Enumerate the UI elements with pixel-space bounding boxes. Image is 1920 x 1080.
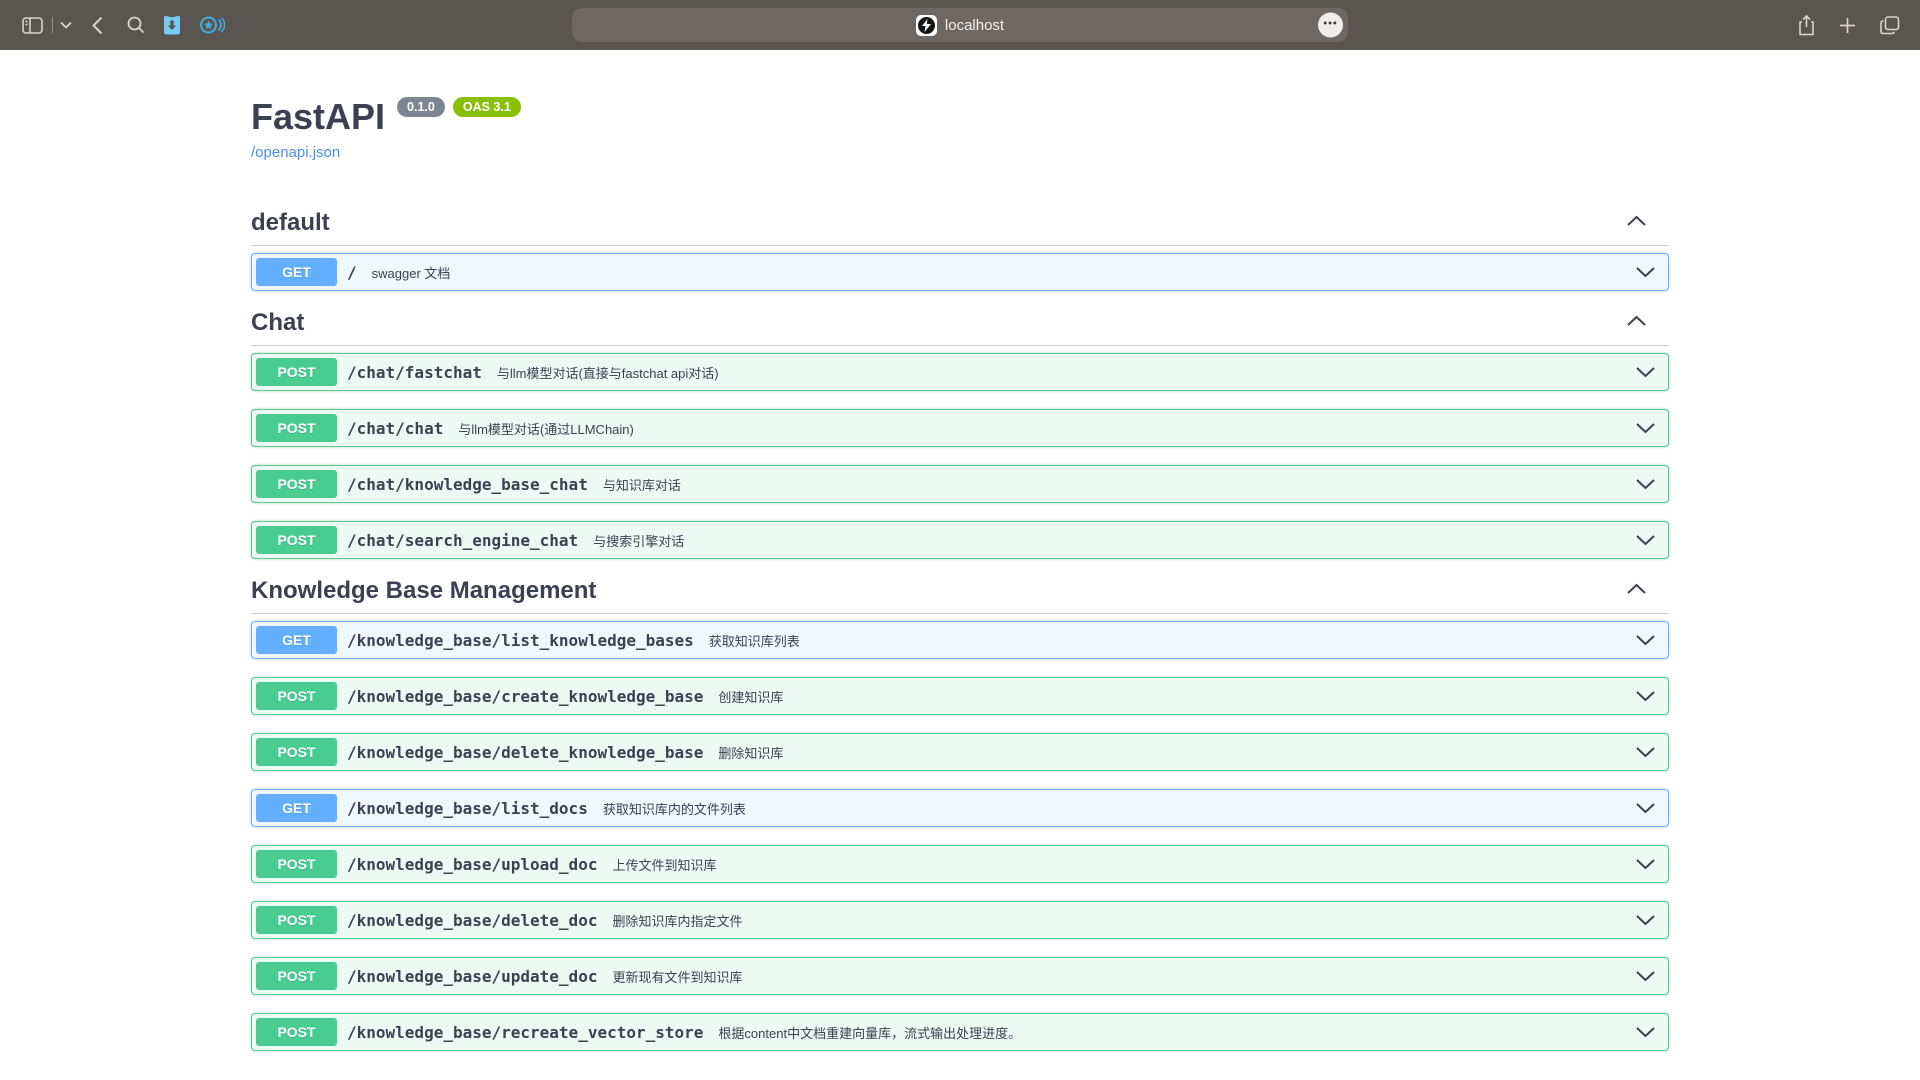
endpoint-row[interactable]: POST /chat/fastchat 与llm模型对话(直接与fastchat… [251, 353, 1669, 391]
chevron-down-icon[interactable] [1635, 478, 1664, 490]
extension-waves-icon[interactable] [199, 15, 225, 35]
chevron-down-icon[interactable] [1635, 914, 1664, 926]
method-badge: POST [256, 1018, 337, 1046]
chevron-down-icon[interactable] [1635, 858, 1664, 870]
endpoint-description: 与llm模型对话(直接与fastchat api对话) [497, 363, 719, 382]
chevron-down-icon[interactable] [1635, 422, 1664, 434]
endpoint-row[interactable]: POST /knowledge_base/create_knowledge_ba… [251, 677, 1669, 715]
endpoint-row[interactable]: POST /chat/search_engine_chat 与搜索引擎对话 [251, 521, 1669, 559]
method-badge: GET [256, 258, 337, 286]
method-badge: POST [256, 526, 337, 554]
endpoint-description: 获取知识库内的文件列表 [603, 799, 746, 818]
chevron-down-icon[interactable] [1635, 802, 1664, 814]
chevron-down-icon[interactable] [1635, 690, 1664, 702]
share-icon[interactable] [1798, 15, 1815, 36]
endpoint-path: / [347, 263, 357, 282]
section-header-default[interactable]: default [251, 209, 1669, 246]
endpoint-description: 上传文件到知识库 [612, 855, 716, 874]
sidebar-chevron-down-icon[interactable] [60, 21, 72, 29]
endpoint-description: 删除知识库内指定文件 [612, 911, 742, 930]
endpoint-description: swagger 文档 [372, 263, 451, 282]
toolbar-separator [52, 17, 53, 33]
browser-toolbar: localhost ••• [0, 0, 1920, 50]
endpoint-path: /knowledge_base/update_doc [347, 967, 597, 986]
endpoint-path: /chat/fastchat [347, 363, 482, 382]
swagger-page: FastAPI 0.1.0 OAS 3.1 /openapi.json defaul… [0, 50, 1920, 1080]
endpoint-row[interactable]: POST /chat/knowledge_base_chat 与知识库对话 [251, 465, 1669, 503]
endpoint-path: /chat/knowledge_base_chat [347, 475, 588, 494]
chevron-up-icon[interactable] [1626, 314, 1647, 332]
endpoint-path: /chat/chat [347, 419, 443, 438]
endpoint-path: /chat/search_engine_chat [347, 531, 578, 550]
endpoint-row[interactable]: GET /knowledge_base/list_docs 获取知识库内的文件列… [251, 789, 1669, 827]
oas-badge: OAS 3.1 [453, 97, 521, 117]
endpoint-path: /knowledge_base/delete_knowledge_base [347, 743, 703, 762]
openapi-spec-link[interactable]: /openapi.json [251, 144, 1669, 161]
extension-bookmark-icon[interactable] [162, 14, 182, 36]
endpoint-row[interactable]: GET /knowledge_base/list_knowledge_bases… [251, 621, 1669, 659]
chevron-up-icon[interactable] [1626, 582, 1647, 600]
section-knowledge-base: Knowledge Base Management GET /knowledge… [251, 577, 1669, 1051]
search-icon[interactable] [127, 16, 145, 34]
new-tab-icon[interactable] [1839, 17, 1856, 34]
version-badge: 0.1.0 [397, 97, 445, 117]
chevron-down-icon[interactable] [1635, 366, 1664, 378]
endpoint-row[interactable]: POST /knowledge_base/recreate_vector_sto… [251, 1013, 1669, 1051]
method-badge: POST [256, 738, 337, 766]
method-badge: GET [256, 626, 337, 654]
endpoint-row[interactable]: POST /knowledge_base/delete_doc 删除知识库内指定… [251, 901, 1669, 939]
section-header-chat[interactable]: Chat [251, 309, 1669, 346]
endpoint-description: 更新现有文件到知识库 [612, 967, 742, 986]
endpoint-description: 与搜索引擎对话 [593, 531, 684, 550]
endpoint-row[interactable]: POST /chat/chat 与llm模型对话(通过LLMChain) [251, 409, 1669, 447]
endpoint-path: /knowledge_base/create_knowledge_base [347, 687, 703, 706]
endpoint-description: 删除知识库 [718, 743, 783, 762]
site-favicon [916, 15, 937, 36]
section-header-knowledge-base[interactable]: Knowledge Base Management [251, 577, 1669, 614]
page-more-icon[interactable]: ••• [1318, 13, 1343, 38]
method-badge: POST [256, 414, 337, 442]
endpoint-path: /knowledge_base/delete_doc [347, 911, 597, 930]
method-badge: POST [256, 850, 337, 878]
section-chat: Chat POST /chat/fastchat 与llm模型对话(直接与fas… [251, 309, 1669, 559]
method-badge: POST [256, 962, 337, 990]
method-badge: POST [256, 682, 337, 710]
chevron-down-icon[interactable] [1635, 534, 1664, 546]
address-text: localhost [945, 17, 1004, 34]
chevron-down-icon[interactable] [1635, 746, 1664, 758]
method-badge: POST [256, 358, 337, 386]
chevron-up-icon[interactable] [1626, 214, 1647, 232]
chevron-down-icon[interactable] [1635, 1026, 1664, 1038]
page-title: FastAPI [251, 95, 385, 138]
back-icon[interactable] [92, 16, 103, 35]
endpoint-path: /knowledge_base/recreate_vector_store [347, 1023, 703, 1042]
endpoint-path: /knowledge_base/list_docs [347, 799, 588, 818]
endpoint-path: /knowledge_base/upload_doc [347, 855, 597, 874]
method-badge: POST [256, 470, 337, 498]
sidebar-toggle-icon[interactable] [22, 17, 43, 34]
endpoint-description: 根据content中文档重建向量库，流式输出处理进度。 [718, 1023, 1021, 1042]
endpoint-row[interactable]: POST /knowledge_base/upload_doc 上传文件到知识库 [251, 845, 1669, 883]
chevron-down-icon[interactable] [1635, 634, 1664, 646]
section-default: default GET / swagger 文档 [251, 209, 1669, 291]
method-badge: GET [256, 794, 337, 822]
method-badge: POST [256, 906, 337, 934]
endpoint-description: 获取知识库列表 [709, 631, 800, 650]
section-title: default [251, 209, 330, 237]
endpoint-description: 与知识库对话 [603, 475, 681, 494]
section-title: Chat [251, 309, 304, 337]
endpoint-description: 与llm模型对话(通过LLMChain) [458, 419, 634, 438]
endpoint-path: /knowledge_base/list_knowledge_bases [347, 631, 694, 650]
api-info: FastAPI 0.1.0 OAS 3.1 /openapi.json [251, 95, 1669, 161]
tab-overview-icon[interactable] [1880, 16, 1900, 35]
endpoint-row[interactable]: POST /knowledge_base/update_doc 更新现有文件到知… [251, 957, 1669, 995]
endpoint-row[interactable]: POST /knowledge_base/delete_knowledge_ba… [251, 733, 1669, 771]
section-title: Knowledge Base Management [251, 577, 596, 605]
chevron-down-icon[interactable] [1635, 970, 1664, 982]
endpoint-description: 创建知识库 [718, 687, 783, 706]
chevron-down-icon[interactable] [1635, 266, 1664, 278]
endpoint-row[interactable]: GET / swagger 文档 [251, 253, 1669, 291]
address-bar[interactable]: localhost ••• [572, 8, 1348, 42]
